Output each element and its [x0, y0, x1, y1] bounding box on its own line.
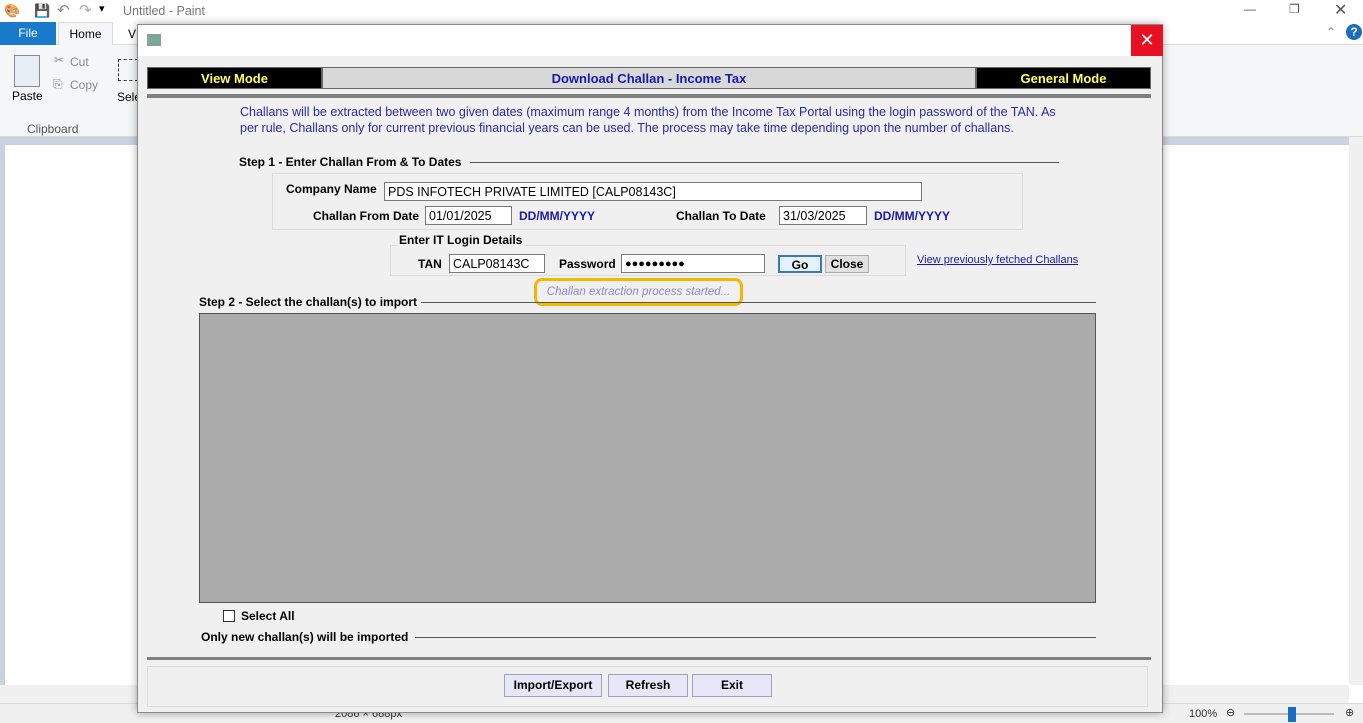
collapse-ribbon-icon[interactable]: ⌃ [1326, 25, 1336, 39]
paint-app-icon: 🎨 [4, 3, 21, 18]
to-date-label: Challan To Date [676, 209, 766, 223]
to-date-format: DD/MM/YYYY [874, 209, 951, 223]
restore-icon[interactable]: ❐ [1289, 2, 1300, 16]
paste-button[interactable]: Paste [12, 89, 43, 103]
exit-button[interactable]: Exit [692, 674, 772, 697]
window-title: Untitled - Paint [123, 4, 205, 18]
import-export-button[interactable]: Import/Export [504, 674, 602, 697]
clipboard-group-label: Clipboard [27, 122, 79, 136]
bottom-divider [147, 657, 1151, 660]
login-group-label: Enter IT Login Details [397, 233, 525, 247]
tab-file[interactable]: File [0, 22, 56, 45]
from-date-field[interactable]: 01/01/2025 [425, 206, 512, 225]
only-new-line [415, 637, 1096, 638]
challan-grid[interactable] [199, 313, 1096, 603]
to-date-field[interactable]: 31/03/2025 [779, 206, 867, 225]
close-button[interactable]: Close [825, 255, 869, 273]
select-all-checkbox[interactable] [223, 610, 235, 622]
select-icon[interactable] [118, 59, 138, 81]
copy-button[interactable]: Copy [70, 78, 98, 92]
step2-line [421, 302, 1096, 303]
dialog-close-button[interactable]: ✕ [1131, 25, 1163, 56]
dialog-app-icon [147, 34, 161, 46]
company-name-label: Company Name [286, 182, 377, 196]
tab-view[interactable]: V [128, 27, 136, 41]
undo-icon[interactable]: ↶ [57, 1, 70, 19]
customize-qat-icon[interactable]: ▾ [99, 2, 105, 15]
view-previous-challans-link[interactable]: View previously fetched Challans [917, 254, 1078, 266]
go-button[interactable]: Go [778, 255, 822, 273]
paint-title-bar: 🎨 💾 ↶ ↷ ▾ Untitled - Paint — ❐ ✕ [0, 0, 1363, 22]
cut-button[interactable]: Cut [70, 55, 89, 69]
zoom-level: 100% [1189, 708, 1218, 720]
view-mode-label: View Mode [147, 67, 322, 89]
tan-label: TAN [418, 257, 442, 271]
close-window-icon[interactable]: ✕ [1334, 0, 1347, 20]
zoom-out-icon[interactable]: ⊖ [1226, 706, 1235, 719]
tab-home[interactable]: Home [58, 22, 113, 46]
cut-icon: ✂ [54, 53, 65, 67]
zoom-in-icon[interactable]: ⊕ [1345, 706, 1354, 719]
save-icon[interactable]: 💾 [34, 3, 50, 19]
password-field[interactable]: ●●●●●●●●● [621, 254, 765, 273]
vertical-scrollbar[interactable] [1349, 137, 1363, 685]
step1-line [470, 162, 1059, 163]
step1-label: Step 1 - Enter Challan From & To Dates [239, 155, 462, 169]
redo-icon[interactable]: ↷ [79, 1, 92, 19]
password-label: Password [559, 257, 616, 271]
select-all-label[interactable]: Select All [241, 609, 295, 623]
help-icon[interactable]: ? [1346, 24, 1362, 40]
paste-icon[interactable] [14, 55, 40, 87]
minimize-icon[interactable]: — [1244, 2, 1256, 16]
copy-icon: ⎘ [53, 77, 63, 91]
dialog-title-bar [138, 25, 1162, 56]
step2-label: Step 2 - Select the challan(s) to import [199, 295, 418, 309]
only-new-label: Only new challan(s) will be imported [201, 630, 409, 644]
zoom-slider-thumb[interactable] [1288, 707, 1296, 722]
from-date-label: Challan From Date [313, 209, 420, 223]
general-mode-label: General Mode [976, 67, 1151, 89]
company-name-field[interactable]: PDS INFOTECH PRIVATE LIMITED [CALP08143C… [384, 182, 922, 201]
description-text: Challans will be extracted between two g… [240, 105, 1056, 135]
tan-field[interactable]: CALP08143C [449, 254, 545, 273]
from-date-format: DD/MM/YYYY [519, 209, 596, 223]
refresh-button[interactable]: Refresh [608, 674, 688, 697]
divider [147, 94, 1151, 98]
dialog-heading: Download Challan - Income Tax [322, 67, 976, 89]
download-challan-dialog: ✕ View Mode Download Challan - Income Ta… [137, 24, 1163, 713]
